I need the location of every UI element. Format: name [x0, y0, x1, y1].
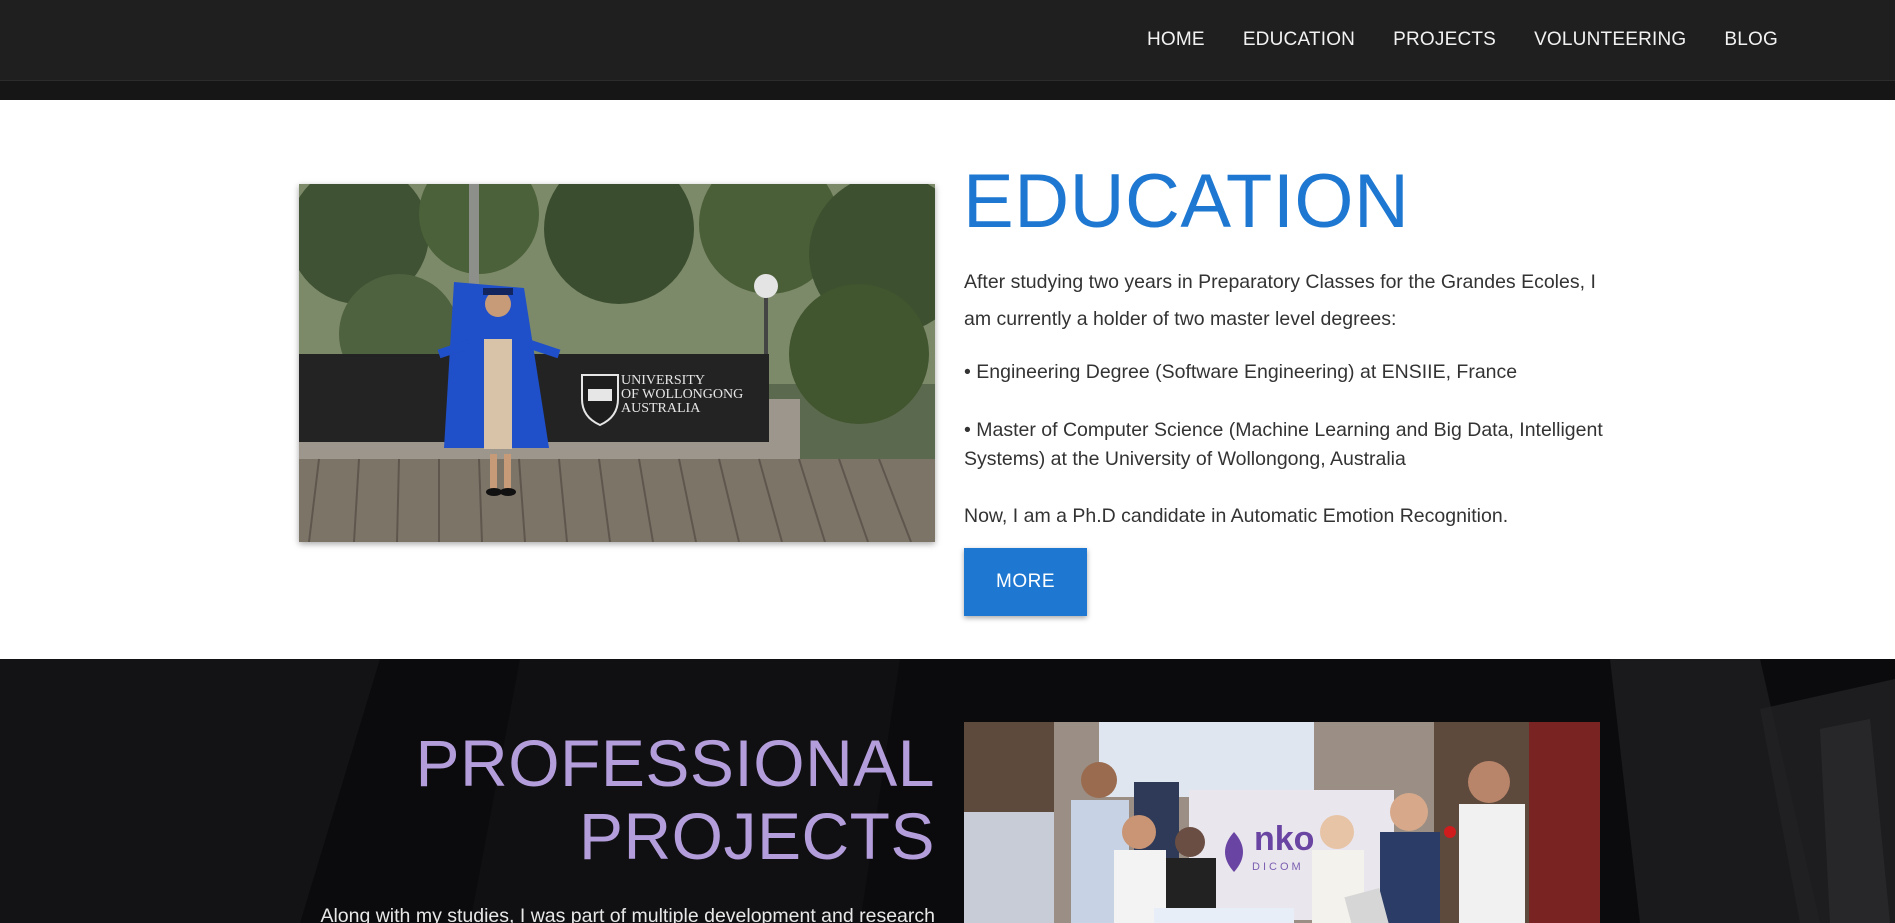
- more-button[interactable]: MORE: [964, 548, 1087, 616]
- nav-blog-link[interactable]: BLOG: [1724, 29, 1778, 51]
- projects-title: PROFESSIONAL PROJECTS: [416, 727, 935, 873]
- projects-intro: Along with my studies, I was part of mul…: [320, 905, 935, 923]
- education-title: EDUCATION: [963, 159, 1410, 244]
- education-outro: Now, I am a Ph.D candidate in Automatic …: [964, 505, 1509, 527]
- nav-volunteering-link[interactable]: VOLUNTEERING: [1534, 29, 1686, 51]
- nav-education-link[interactable]: EDUCATION: [1243, 29, 1355, 51]
- sign-text-line2: OF WOLLONGONG: [621, 387, 743, 402]
- projects-title-line1: PROFESSIONAL: [415, 726, 935, 800]
- nav-links: HOME EDUCATION PROJECTS VOLUNTEERING BLO…: [1147, 0, 1778, 80]
- top-navbar: HOME EDUCATION PROJECTS VOLUNTEERING BLO…: [0, 0, 1895, 81]
- nav-projects-link[interactable]: PROJECTS: [1393, 29, 1496, 51]
- projects-title-line2: PROJECTS: [578, 799, 935, 873]
- header-strip: [0, 81, 1895, 100]
- sign-text-line1: UNIVERSITY: [621, 373, 705, 388]
- education-intro: After studying two years in Preparatory …: [964, 271, 1596, 330]
- education-section: UNIVERSITY OF WOLLONGONG AUSTRALIA EDUCA…: [0, 100, 1895, 659]
- sign-text-line3: AUSTRALIA: [621, 401, 701, 416]
- projects-background: [0, 659, 1895, 923]
- graduation-photo: UNIVERSITY OF WOLLONGONG AUSTRALIA: [299, 184, 935, 542]
- banner-brand-text: nko: [1254, 820, 1314, 858]
- projects-section: PROFESSIONAL PROJECTS Along with my stud…: [0, 659, 1895, 923]
- graduation-photo-illustration: UNIVERSITY OF WOLLONGONG AUSTRALIA: [299, 184, 935, 542]
- team-photo-illustration: nko DICOM: [964, 722, 1600, 923]
- banner-sub-text: DICOM: [1252, 861, 1304, 873]
- nav-home-link[interactable]: HOME: [1147, 29, 1205, 51]
- degree-item: • Engineering Degree (Software Engineeri…: [964, 361, 1518, 383]
- degree-item: • Master of Computer Science (Machine Le…: [964, 419, 1603, 470]
- team-photo: nko DICOM: [964, 722, 1600, 923]
